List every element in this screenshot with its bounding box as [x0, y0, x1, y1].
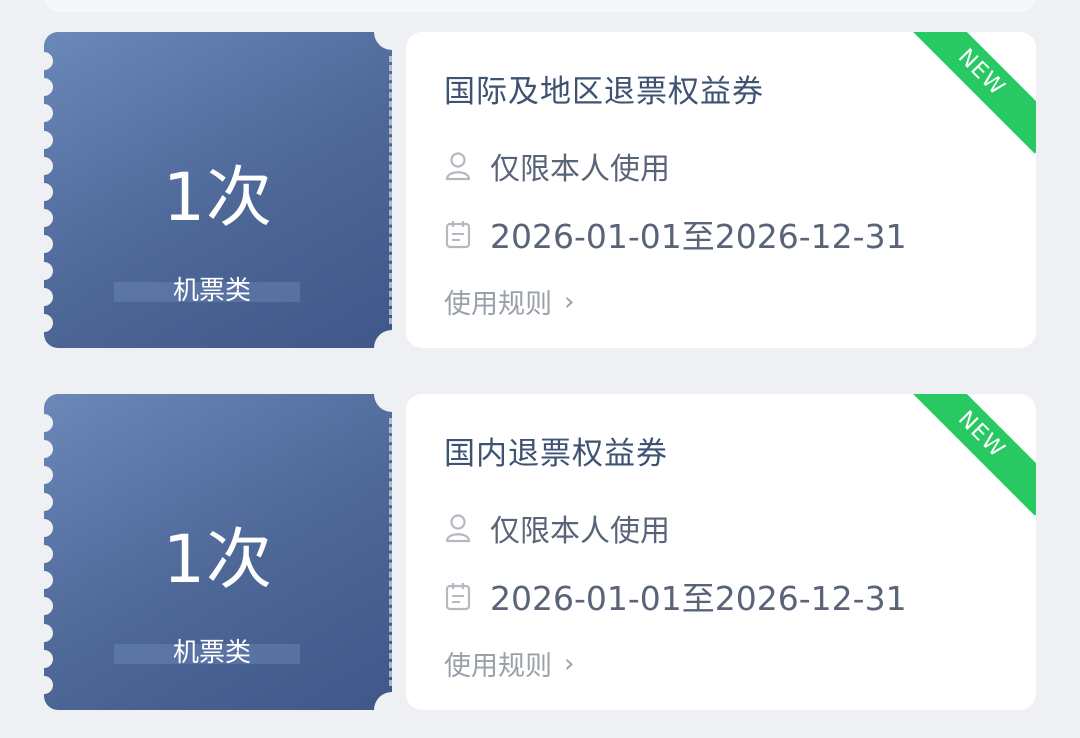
coupon-card[interactable]: 1次 机票类 国际及地区退票权益券 仅限本人使用 2026-01-01至2026… — [44, 14, 1036, 366]
coupon-category: 机票类 — [172, 276, 251, 306]
chevron-right-icon: › — [564, 648, 575, 679]
new-badge: NEW — [900, 394, 1036, 516]
validity-row: 2026-01-01至2026-12-31 — [444, 210, 907, 258]
usage-rules-label: 使用规则 — [444, 651, 552, 682]
coupon-count: 1次 — [163, 521, 273, 598]
coupon-category: 机票类 — [172, 638, 251, 668]
coupon-card[interactable]: 1次 机票类 国内退票权益券 仅限本人使用 2026-01-01至2026-12… — [44, 376, 1036, 728]
user-limit-row: 仅限本人使用 — [444, 144, 670, 188]
usage-rules-link[interactable]: 使用规则 › — [444, 644, 574, 683]
new-badge: NEW — [900, 32, 1036, 154]
cutout-top — [374, 376, 410, 412]
cutout-bottom — [374, 692, 410, 728]
calendar-icon — [444, 219, 472, 249]
user-limit-row: 仅限本人使用 — [444, 506, 670, 550]
coupon-count: 1次 — [163, 159, 273, 236]
coupon-details: 国内退票权益券 仅限本人使用 2026-01-01至2026-12-31 使用规… — [406, 394, 1036, 710]
cutout-top — [374, 14, 410, 50]
user-limit-text: 仅限本人使用 — [490, 514, 670, 549]
chevron-right-icon: › — [564, 286, 575, 317]
coupon-stub: 1次 机票类 — [44, 32, 392, 348]
validity-row: 2026-01-01至2026-12-31 — [444, 572, 907, 620]
coupon-title: 国内退票权益券 — [444, 436, 668, 472]
validity-text: 2026-01-01至2026-12-31 — [490, 217, 907, 256]
coupon-title: 国际及地区退票权益券 — [444, 74, 764, 110]
usage-rules-link[interactable]: 使用规则 › — [444, 282, 574, 321]
usage-rules-label: 使用规则 — [444, 289, 552, 320]
user-limit-text: 仅限本人使用 — [490, 152, 670, 187]
previous-card-edge — [44, 0, 1036, 12]
user-icon — [444, 151, 472, 181]
coupon-stub: 1次 机票类 — [44, 394, 392, 710]
validity-text: 2026-01-01至2026-12-31 — [490, 579, 907, 618]
cutout-bottom — [374, 330, 410, 366]
coupon-details: 国际及地区退票权益券 仅限本人使用 2026-01-01至2026-12-31 … — [406, 32, 1036, 348]
user-icon — [444, 513, 472, 543]
coupon-list-page: 1次 机票类 国际及地区退票权益券 仅限本人使用 2026-01-01至2026… — [0, 0, 1080, 738]
calendar-icon — [444, 581, 472, 611]
